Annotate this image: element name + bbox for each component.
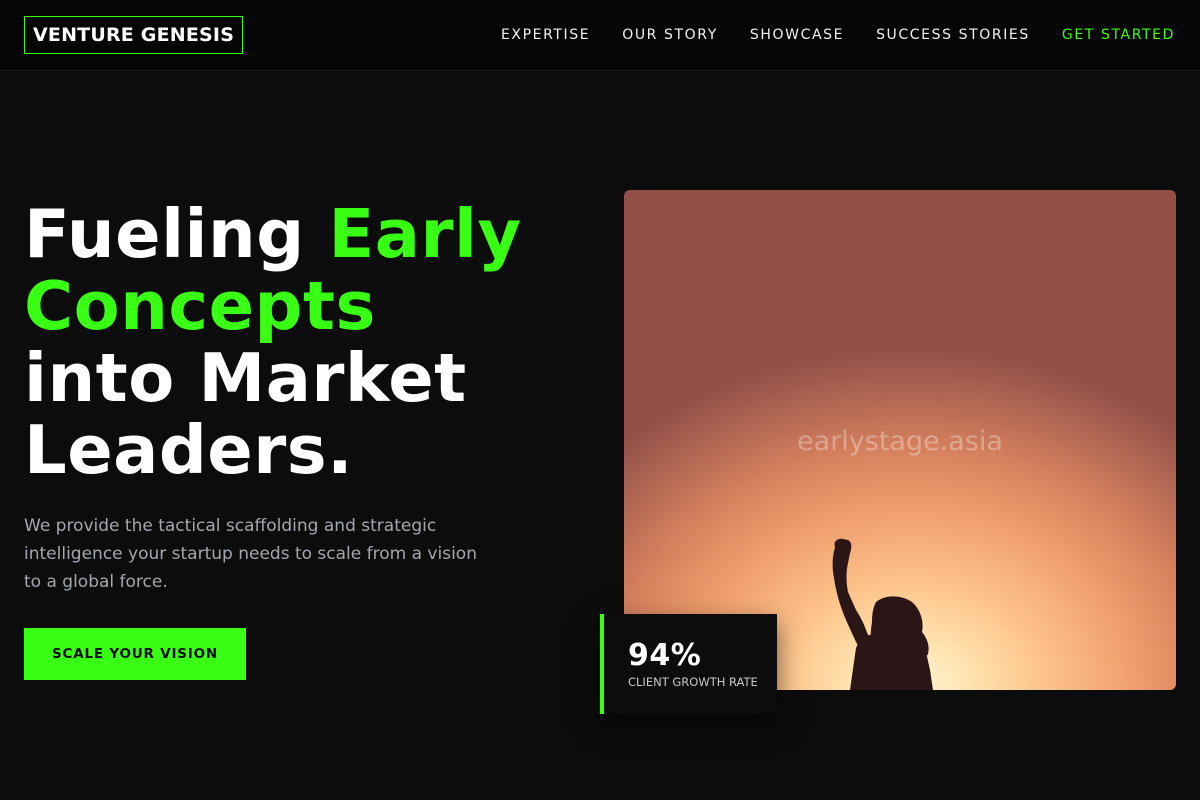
nav-link-success-stories[interactable]: SUCCESS STORIES (876, 27, 1030, 43)
stat-value: 94% (628, 638, 702, 673)
image-watermark: earlystage.asia (797, 426, 1003, 457)
hero-title-accent-concepts: Concepts (24, 267, 376, 345)
hero-title-into-market: into Market (24, 339, 467, 417)
nav-link-our-story[interactable]: OUR STORY (622, 27, 718, 43)
nav-link-showcase[interactable]: SHOWCASE (750, 27, 844, 43)
stat-label: CLIENT GROWTH RATE (628, 675, 758, 689)
nav-link-expertise[interactable]: EXPERTISE (501, 27, 590, 43)
brand-logo[interactable]: VENTURE GENESIS (24, 16, 244, 54)
hero-title: Fueling Early Concepts into Market Leaders. (24, 198, 584, 486)
top-navigation-bar: VENTURE GENESIS EXPERTISE OUR STORY SHOW… (0, 0, 1200, 71)
nav-links: EXPERTISE OUR STORY SHOWCASE SUCCESS STO… (501, 0, 1175, 70)
hero-title-accent-early: Early (328, 195, 522, 273)
hero-title-leaders: Leaders. (24, 411, 354, 489)
nav-link-get-started[interactable]: GET STARTED (1062, 27, 1175, 43)
hero-subtitle: We provide the tactical scaffolding and … (24, 516, 477, 592)
scale-your-vision-button[interactable]: SCALE YOUR VISION (24, 628, 246, 680)
client-growth-stat-card: 94% CLIENT GROWTH RATE (600, 614, 777, 714)
hero-title-fueling: Fueling (24, 195, 329, 273)
